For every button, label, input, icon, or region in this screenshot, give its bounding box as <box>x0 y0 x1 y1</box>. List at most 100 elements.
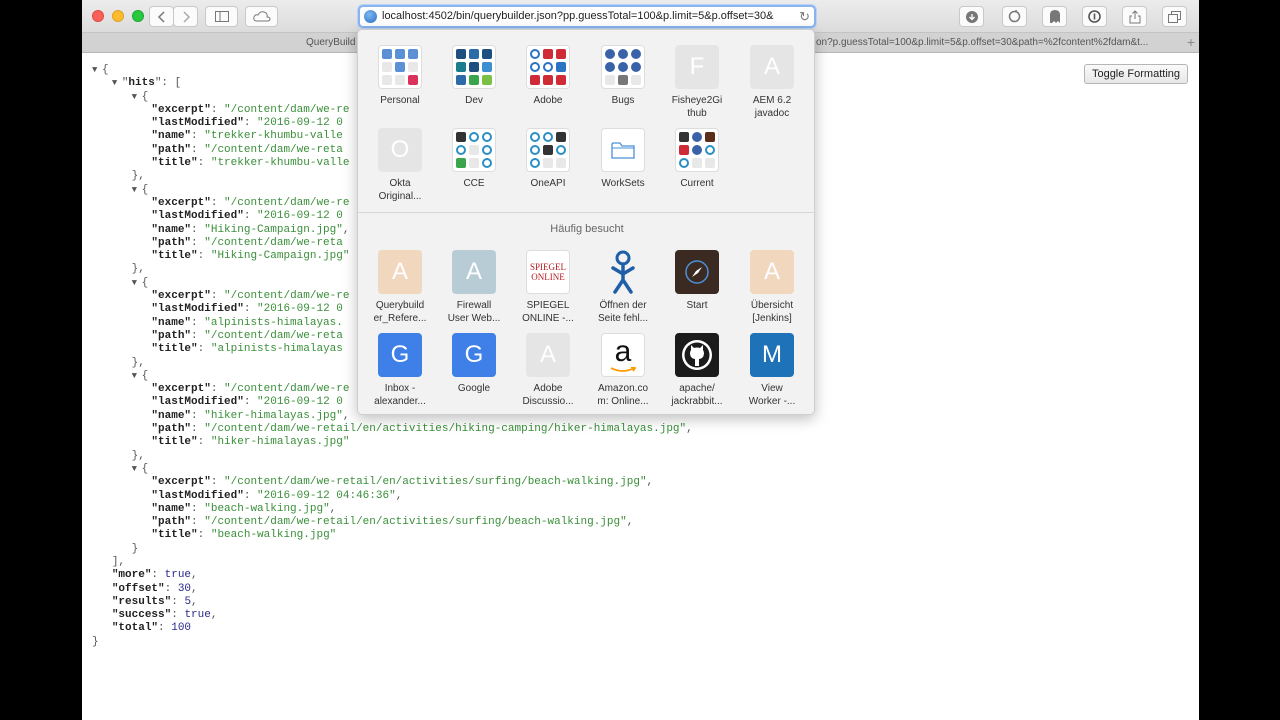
address-bar[interactable]: localhost:4502/bin/querybuilder.json?pp.… <box>358 5 816 28</box>
collapse-toggle-icon[interactable]: ▼ <box>132 91 142 104</box>
tile-letter: A <box>763 258 780 285</box>
frequent-querybuilder-reference[interactable]: A Querybuild er_Refere... <box>364 250 436 325</box>
icloud-tabs-button[interactable] <box>245 6 278 27</box>
favorite-okta[interactable]: O Okta Original... <box>364 128 436 203</box>
current-folder-icon <box>675 128 719 172</box>
collapse-toggle-icon[interactable]: ▼ <box>132 277 142 290</box>
frequent-amazon[interactable]: a Amazon.co m: Online... <box>587 333 659 408</box>
a-letter-icon: A <box>452 250 496 294</box>
collapse-toggle-icon[interactable]: ▼ <box>112 77 122 90</box>
tab-querybuilder-2[interactable]: on?p.guessTotal=100&p.limit=5&p.offset=3… <box>816 33 1166 53</box>
popover-divider <box>358 212 816 213</box>
extension-ghostery-button[interactable] <box>1042 6 1067 27</box>
frequent-firewall[interactable]: A Firewall User Web... <box>438 250 510 325</box>
favorites-popover: Personal Dev Adobe Bugs F Fisheye2Gi thu… <box>357 29 816 415</box>
frequent-adobe-discussions[interactable]: A Adobe Discussio... <box>512 333 584 408</box>
a-letter-icon: A <box>750 250 794 294</box>
hit-title: beach-walking.jpg <box>217 529 330 542</box>
github-icon <box>675 333 719 377</box>
cloud-icon <box>252 11 271 22</box>
forward-button[interactable] <box>173 6 198 27</box>
favorite-label: Adobe <box>533 95 563 106</box>
json-key: hits <box>128 77 155 90</box>
tabs-icon <box>1168 10 1181 23</box>
download-icon <box>965 10 978 23</box>
collapse-toggle-icon[interactable]: ▼ <box>132 184 142 197</box>
favorite-label: OneAPI <box>530 178 566 189</box>
frequent-label: Öffnen der Seite fehl... <box>597 300 649 324</box>
hit-name: beach-walking.jpg <box>210 502 324 515</box>
extension-info-button[interactable] <box>1082 6 1107 27</box>
frequent-apache-jackrabbit[interactable]: apache/ jackrabbit... <box>661 333 733 408</box>
favorite-cce[interactable]: CCE <box>438 128 510 191</box>
share-button[interactable] <box>1122 6 1147 27</box>
favorite-oneapi[interactable]: OneAPI <box>512 128 584 191</box>
tile-letter: A <box>465 258 482 285</box>
favorite-worksets[interactable]: WorkSets <box>587 128 659 191</box>
close-window-button[interactable] <box>92 10 104 22</box>
hit-excerpt: /content/dam/we-re <box>230 383 350 396</box>
frequent-start[interactable]: Start <box>661 250 733 313</box>
hit-name: alpinists-himalayas. <box>210 316 343 329</box>
frequent-spiegel-online[interactable]: SPIEGEL ONLINE SPIEGEL ONLINE -... <box>512 250 584 325</box>
info-circle-icon <box>1088 10 1101 23</box>
hit-title: hiker-himalayas.jpg <box>217 436 343 449</box>
extension-sync-button[interactable] <box>1002 6 1027 27</box>
downloads-button[interactable] <box>959 6 984 27</box>
favorite-label: Bugs <box>611 95 635 106</box>
collapse-toggle-icon[interactable]: ▼ <box>132 463 142 476</box>
zoom-window-button[interactable] <box>132 10 144 22</box>
ghost-icon <box>1049 10 1060 23</box>
hit-last-modified: 2016-09-12 04:46:36 <box>263 489 390 502</box>
compass-icon <box>675 250 719 294</box>
reload-icon[interactable]: ↻ <box>799 9 810 25</box>
collapse-toggle-icon[interactable]: ▼ <box>132 370 142 383</box>
show-all-tabs-button[interactable] <box>1162 6 1187 27</box>
favorite-fisheye2github[interactable]: F Fisheye2Gi thub <box>661 45 733 120</box>
favorite-adobe[interactable]: Adobe <box>512 45 584 108</box>
jenkins-icon <box>601 250 645 294</box>
hit-excerpt: /content/dam/we-re <box>230 290 350 303</box>
favorite-personal[interactable]: Personal <box>364 45 436 108</box>
frequent-label: Firewall User Web... <box>447 300 501 324</box>
more-value: true <box>164 569 192 582</box>
frequent-inbox[interactable]: G Inbox - alexander... <box>364 333 436 408</box>
favorite-label: WorkSets <box>601 178 645 189</box>
hit-excerpt: /content/dam/we-re <box>230 103 350 116</box>
toggle-formatting-button[interactable]: Toggle Formatting <box>1083 64 1188 84</box>
frequent-jenkins-error[interactable]: Öffnen der Seite fehl... <box>587 250 659 325</box>
chevron-left-icon <box>157 10 165 23</box>
favorite-label: Fisheye2Gi thub <box>671 95 723 119</box>
hit-title: alpinists-himalayas <box>217 343 343 356</box>
tile-letter: a <box>614 335 632 368</box>
favorite-label: Okta Original... <box>378 178 422 202</box>
amazon-logo-icon: a <box>601 333 645 377</box>
frequent-label: View Worker -... <box>748 383 796 407</box>
bugs-folder-icon <box>601 45 645 89</box>
frequent-view-worker[interactable]: M View Worker -... <box>736 333 808 408</box>
favorite-aem-javadoc[interactable]: A AEM 6.2 javadoc <box>736 45 808 120</box>
adobe-folder-icon <box>526 45 570 89</box>
favorite-label: Dev <box>465 95 483 106</box>
total-value: 100 <box>171 622 192 635</box>
favorite-label: AEM 6.2 javadoc <box>752 95 792 119</box>
frequent-label: SPIEGEL ONLINE -... <box>522 300 574 324</box>
a-letter-icon: A <box>750 45 794 89</box>
share-icon <box>1129 9 1140 23</box>
url-text[interactable]: localhost:4502/bin/querybuilder.json?pp.… <box>382 10 774 22</box>
favorite-current[interactable]: Current <box>661 128 733 191</box>
favorite-bugs[interactable]: Bugs <box>587 45 659 108</box>
collapse-toggle-icon[interactable]: ▼ <box>92 64 102 77</box>
sidebar-button[interactable] <box>205 6 238 27</box>
hit-path: /content/dam/we-retail/en/activities/hik… <box>210 423 680 436</box>
minimize-window-button[interactable] <box>112 10 124 22</box>
hit-excerpt: /content/dam/we-retail/en/activities/sur… <box>230 476 640 489</box>
spiegel-logo-text: SPIEGEL ONLINE <box>530 262 566 282</box>
tab-querybuilder-1[interactable]: QueryBuild <box>306 33 358 53</box>
hit-last-modified: 2016-09-12 0 <box>263 117 343 130</box>
frequent-google[interactable]: G Google <box>438 333 510 396</box>
back-button[interactable] <box>149 6 174 27</box>
frequent-uebersicht-jenkins[interactable]: A Übersicht [Jenkins] <box>736 250 808 325</box>
new-tab-icon[interactable]: + <box>1187 35 1195 49</box>
favorite-dev[interactable]: Dev <box>438 45 510 108</box>
